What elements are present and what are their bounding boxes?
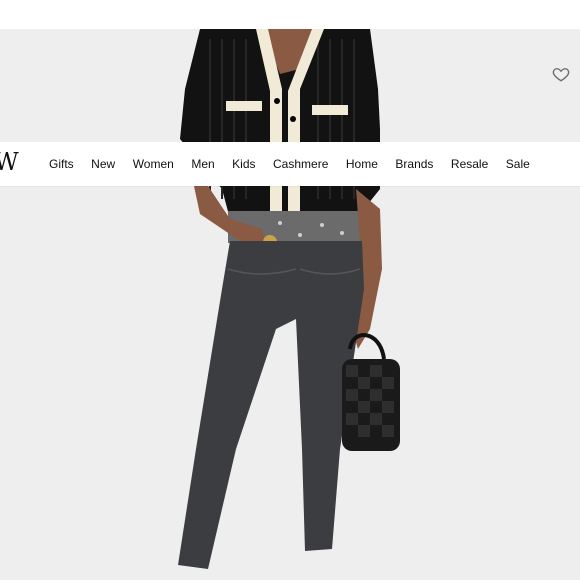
nav-item-home[interactable]: Home [346,157,378,171]
nav-item-new[interactable]: New [91,157,115,171]
nav-menu: Gifts New Women Men Kids Cashmere Home B… [49,142,547,186]
nav-item-cashmere[interactable]: Cashmere [273,157,328,171]
nav-item-kids[interactable]: Kids [232,157,255,171]
model-image [0,29,580,580]
top-bar [0,0,580,29]
nav-item-brands[interactable]: Brands [395,157,433,171]
nav-item-sale[interactable]: Sale [506,157,530,171]
heart-icon[interactable] [552,65,570,83]
nav-item-gifts[interactable]: Gifts [49,157,74,171]
nav-item-men[interactable]: Men [191,157,214,171]
product-photo[interactable] [0,29,580,580]
nav-item-resale[interactable]: Resale [451,157,488,171]
main-navigation: W Gifts New Women Men Kids Cashmere Home… [0,142,580,186]
nav-item-women[interactable]: Women [133,157,174,171]
brand-logo[interactable]: W [0,148,19,176]
